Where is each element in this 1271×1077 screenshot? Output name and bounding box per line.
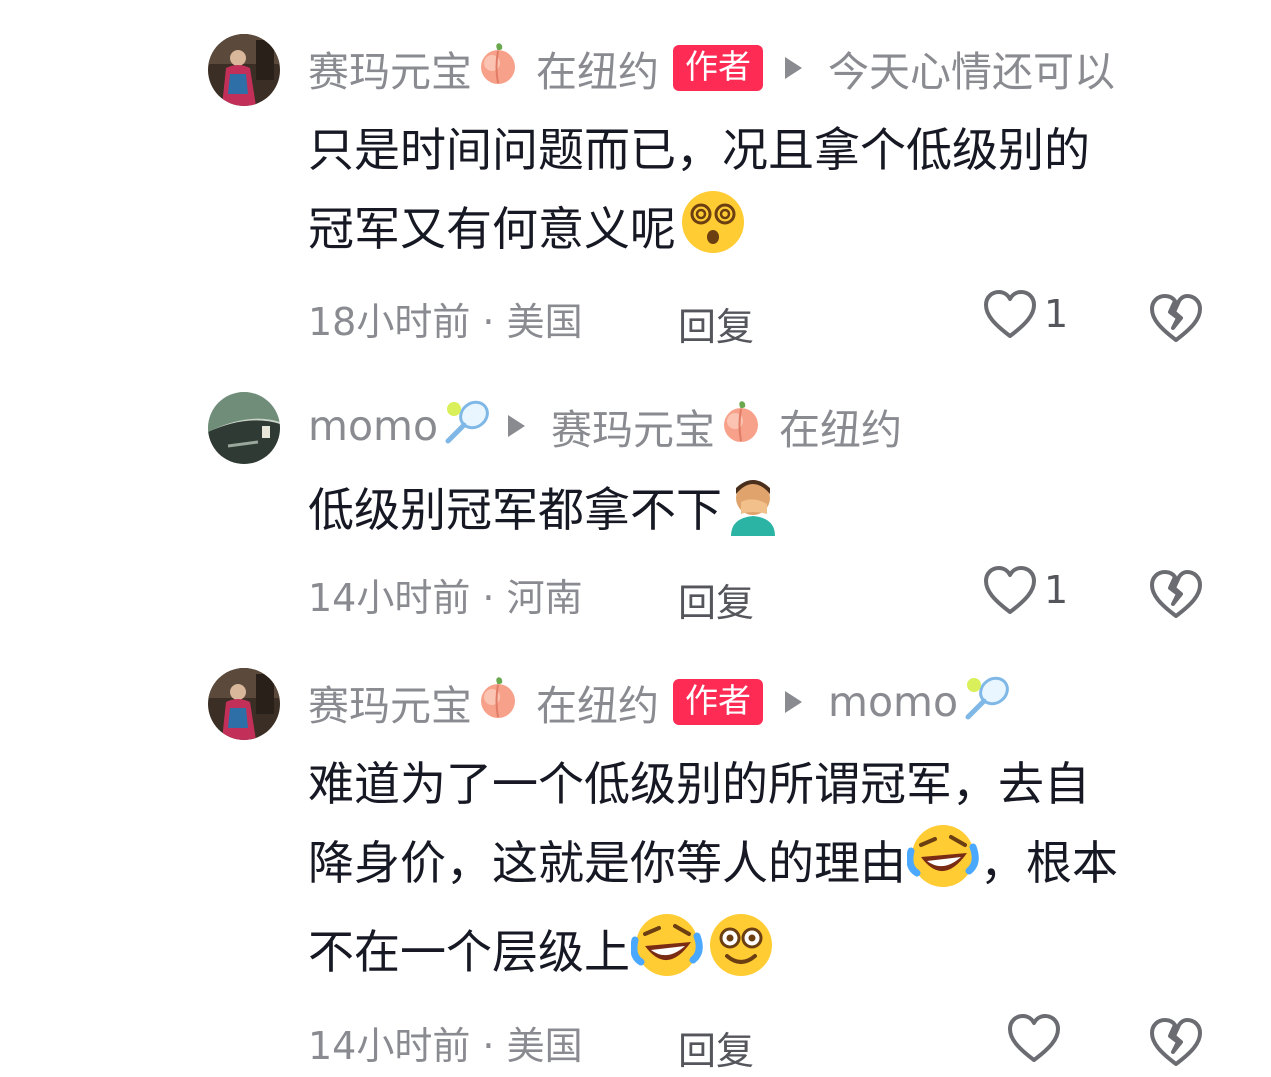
tennis-racket-icon [960,673,1014,731]
reply-button[interactable]: 回复 [678,296,754,351]
avatar[interactable] [208,34,280,106]
rolling-laughing-emoji-icon [630,912,703,1001]
comment-meta: 14小时前 · 河南 [308,566,583,622]
comment-header: momo 赛玛元宝 在纽约 [308,396,902,456]
tennis-racket-icon [440,397,494,455]
broken-heart-icon[interactable] [1148,566,1204,622]
like-button[interactable]: 1 [982,288,1068,340]
reply-to-name[interactable]: 赛玛元宝 [551,396,715,456]
location-tag: 在纽约 [536,682,659,730]
reply-arrow-icon [508,415,526,437]
like-button[interactable] [1006,1012,1062,1064]
avatar[interactable] [208,668,280,740]
comment-text-segment: 低级别冠军都拿不下 [308,483,722,537]
reply-button[interactable]: 回复 [678,572,754,627]
location-tag: 在纽约 [536,48,659,96]
heart-icon [984,566,1036,614]
timestamp-location: 14小时前 · 河南 [308,575,583,620]
comment-meta: 18小时前 · 美国 [308,290,583,346]
peach-icon [474,39,522,97]
reply-to-name[interactable]: momo [828,678,958,726]
reply-to-location: 在纽约 [779,406,903,454]
comment-text-segment: 不在一个层级上 [308,925,630,979]
like-count: 1 [1044,292,1069,336]
timestamp-location: 14小时前 · 美国 [308,1023,583,1068]
comment-text-line: 只是时间问题而已，况且拿个低级别的 [308,123,1090,177]
dizzy-face-emoji-icon [677,189,749,278]
comment-text-line: 不在一个层级上 [308,912,1238,1001]
broken-heart-icon[interactable] [1148,290,1204,346]
comment-text-line: 难道为了一个低级别的所谓冠军，去自 [308,757,1090,811]
reply-arrow-icon [785,57,802,79]
reply-to-name[interactable]: 今天心情还可以 [828,38,1115,98]
heart-icon [1008,1014,1060,1062]
comment-text: 难道为了一个低级别的所谓冠军，去自 降身价，这就是你等人的理由 ，根本 不在一个… [308,746,1238,1001]
comment-text-segment: ，根本 [980,836,1118,890]
author-badge: 作者 [673,679,763,725]
comment-header: 赛玛元宝 在纽约 作者 今天心情还可以 [308,38,1115,98]
username[interactable]: momo [308,402,438,450]
comment-text-segment: 冠军又有何意义呢 [308,202,676,256]
reply-arrow-icon [785,691,802,713]
reply-button[interactable]: 回复 [678,1020,754,1075]
comment-text-line: 低级别冠军都拿不下 [308,472,1228,559]
facepalm-emoji-icon [723,474,783,559]
avatar[interactable] [208,392,280,464]
like-button[interactable]: 1 [982,564,1068,616]
like-count: 1 [1044,568,1069,612]
comment-text: 低级别冠军都拿不下 [308,472,1228,559]
grinning-eyes-emoji-icon [705,912,777,1001]
broken-heart-icon[interactable] [1148,1014,1204,1070]
peach-icon [474,673,522,731]
comment-text-segment: 降身价，这就是你等人的理由 [308,836,906,890]
author-badge: 作者 [673,45,763,91]
comment-text-line: 降身价，这就是你等人的理由 ，根本 [308,823,1238,912]
timestamp-location: 18小时前 · 美国 [308,299,583,344]
comment-text: 只是时间问题而已，况且拿个低级别的 冠军又有何意义呢 [308,112,1228,278]
heart-icon [984,290,1036,338]
peach-icon [717,397,765,455]
comment-meta: 14小时前 · 美国 [308,1014,583,1070]
comment-header: 赛玛元宝 在纽约 作者 momo [308,672,1028,732]
username[interactable]: 赛玛元宝 [308,38,472,98]
username[interactable]: 赛玛元宝 [308,672,472,732]
comment-text-line: 冠军又有何意义呢 [308,189,1228,278]
rolling-laughing-emoji-icon [906,823,979,912]
